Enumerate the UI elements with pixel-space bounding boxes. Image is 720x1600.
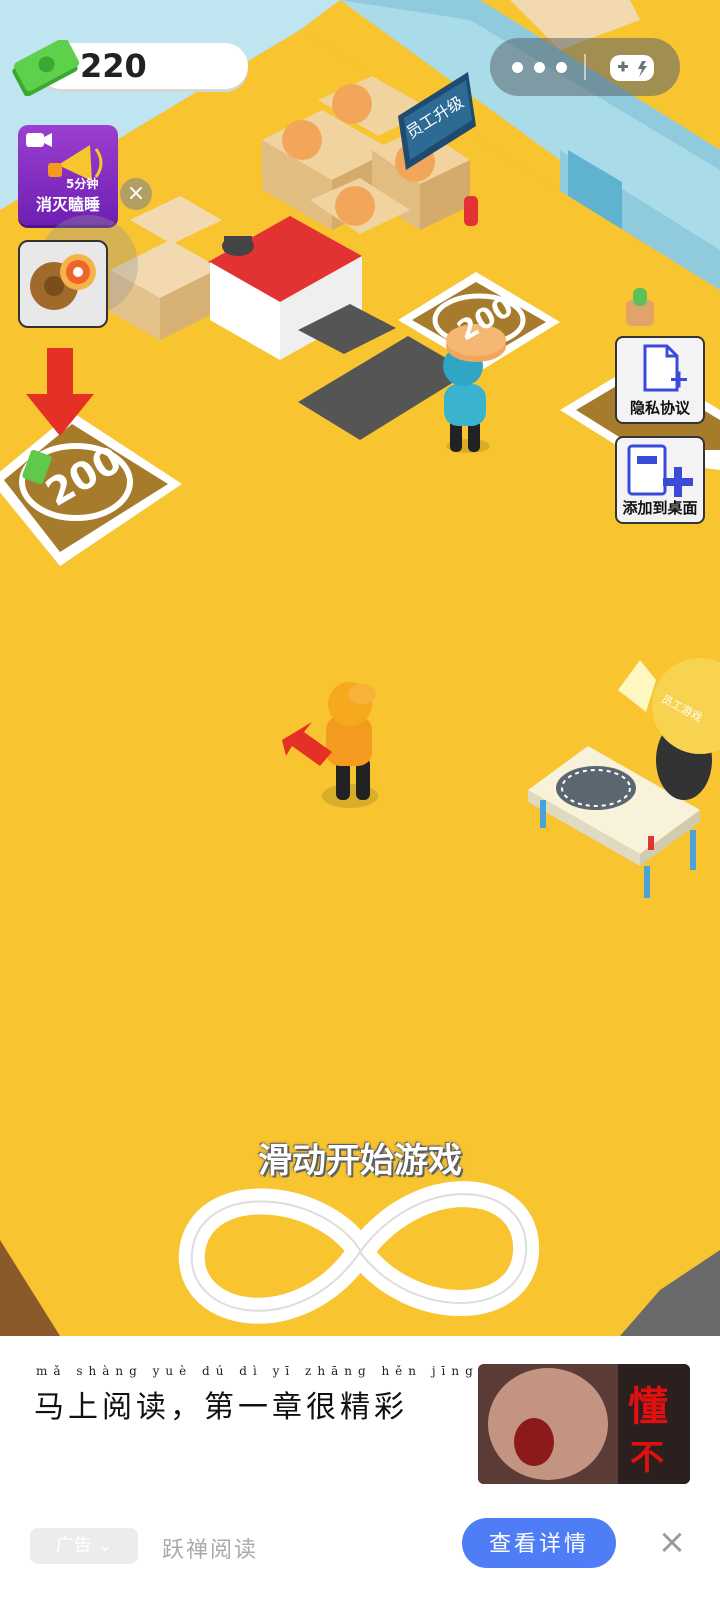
game-scene[interactable]: 员工升级 200 200 员工游戏 220 5分钟 消灭瞌睡 × 隐私协议 添加… <box>0 0 720 1336</box>
chevron-down-icon: ⌄ <box>91 1535 113 1556</box>
add-desktop-icon <box>627 444 693 497</box>
ad-headline[interactable]: 马上阅读，第一章很精彩 <box>34 1382 408 1426</box>
player-character <box>322 682 378 808</box>
add-to-desktop-button[interactable]: 添加到桌面 <box>615 436 705 524</box>
cash-icon <box>12 40 80 96</box>
ad-source: 跃禅阅读 <box>162 1538 259 1563</box>
money-counter: 220 <box>8 40 248 96</box>
ad-thumb-text-1: 懂 <box>628 1383 668 1430</box>
close-icon[interactable]: × <box>654 1524 690 1560</box>
gear-icon <box>30 254 96 310</box>
privacy-policy-label: 隐私协议 <box>629 399 690 417</box>
ad-headline-pinyin: mǎ shàng yuè dú dì yī zhāng hěn jīng cǎi <box>36 1364 525 1378</box>
ad-banner[interactable]: mǎ shàng yuè dú dì yī zhāng hěn jīng cǎi… <box>0 1336 720 1600</box>
document-icon <box>643 344 687 392</box>
close-icon[interactable]: × <box>120 178 152 210</box>
ad-tag-label: 广告 <box>55 1535 92 1556</box>
ad-reward-button[interactable]: 5分钟 消灭瞌睡 <box>18 125 118 225</box>
ad-tag[interactable]: 广告 ⌄ <box>30 1528 138 1564</box>
more-dots-icon[interactable] <box>506 50 574 84</box>
ad-thumbnail[interactable]: 懂 不 <box>478 1364 690 1484</box>
money-amount: 220 <box>80 47 147 85</box>
ad-reward-label: 消灭瞌睡 <box>35 195 100 214</box>
view-details-button[interactable]: 查看详情 <box>462 1518 616 1568</box>
ad-reward-timer: 5分钟 <box>66 177 99 191</box>
mini-program-capsule <box>490 38 680 96</box>
swipe-to-start-hint: 滑动开始游戏 <box>258 1141 462 1181</box>
ad-thumb-text-2: 不 <box>630 1438 664 1478</box>
privacy-policy-button[interactable]: 隐私协议 <box>615 336 705 424</box>
add-to-desktop-label: 添加到桌面 <box>622 499 698 517</box>
gamepad-icon[interactable] <box>602 47 662 87</box>
settings-button[interactable] <box>18 240 108 328</box>
